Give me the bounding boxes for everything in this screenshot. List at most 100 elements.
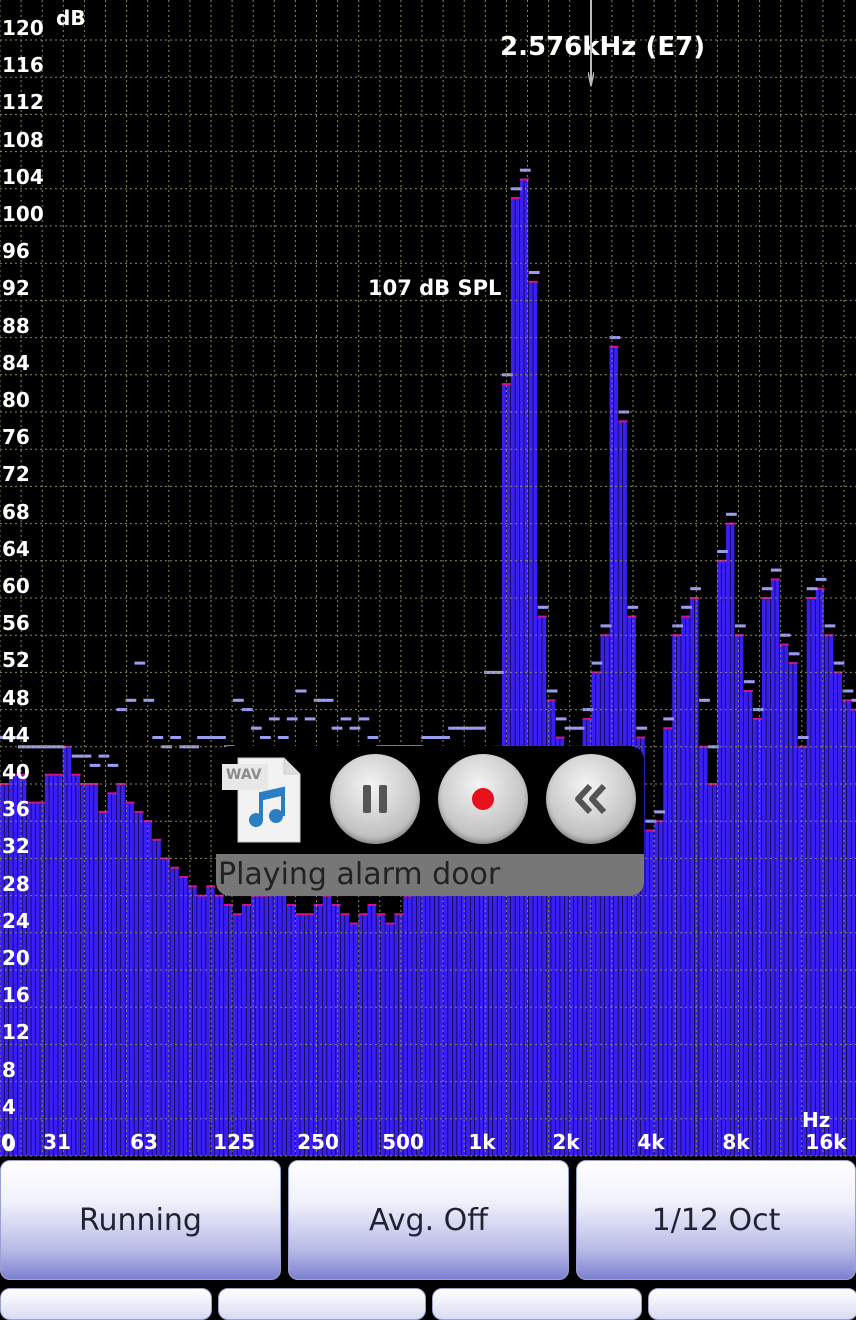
peak-hold-marker bbox=[138, 661, 146, 665]
spectrum-bar bbox=[71, 774, 76, 1156]
peak-hold-marker bbox=[739, 624, 746, 628]
bar-top-edge bbox=[76, 773, 81, 776]
peak-hold-marker bbox=[551, 689, 558, 693]
bar-top-edge bbox=[775, 578, 780, 581]
y-tick-label: 92 bbox=[2, 276, 30, 301]
bar-top-edge bbox=[376, 913, 381, 916]
bar-top-edge bbox=[533, 280, 538, 283]
spectrum-bar bbox=[649, 830, 654, 1156]
secondary-button-2[interactable] bbox=[218, 1288, 426, 1320]
bar-top-edge bbox=[98, 810, 104, 813]
spectrum-bar bbox=[380, 914, 385, 1156]
spectrum-bar bbox=[237, 914, 242, 1156]
peak-hold-marker bbox=[327, 698, 334, 702]
bar-top-edge bbox=[183, 876, 189, 878]
bar-top-edge bbox=[394, 913, 399, 916]
bar-top-edge bbox=[645, 829, 650, 832]
averaging-button[interactable]: Avg. Off bbox=[288, 1160, 569, 1280]
x-tick-label: 2k bbox=[552, 1130, 580, 1154]
spectrum-bar bbox=[690, 598, 695, 1156]
spectrum-bar bbox=[842, 700, 847, 1156]
bar-top-edge bbox=[313, 903, 319, 906]
peak-hold-marker bbox=[730, 512, 737, 516]
spectrum-bar bbox=[282, 886, 287, 1156]
spectrum-bars bbox=[0, 178, 856, 1157]
record-button[interactable] bbox=[438, 754, 528, 844]
spectrum-bar bbox=[246, 904, 251, 1156]
bar-top-edge bbox=[188, 885, 193, 888]
pause-button[interactable] bbox=[330, 754, 420, 844]
spectrum-bar bbox=[340, 914, 345, 1156]
spectrum-bar bbox=[851, 709, 856, 1156]
spectrum-bar bbox=[304, 914, 309, 1156]
spectrum-bar bbox=[129, 802, 134, 1156]
x-tick-label: 0 bbox=[1, 1130, 15, 1154]
bar-top-edge bbox=[156, 838, 162, 841]
rewind-button[interactable] bbox=[546, 754, 636, 844]
y-tick-label: 80 bbox=[2, 388, 30, 412]
spectrum-bar bbox=[681, 616, 686, 1156]
y-tick-label: 68 bbox=[2, 499, 30, 524]
octave-band-button[interactable]: 1/12 Oct bbox=[576, 1160, 856, 1280]
bar-top-edge bbox=[793, 662, 798, 665]
bar-top-edge bbox=[389, 922, 395, 925]
x-tick-label: 500 bbox=[382, 1130, 424, 1154]
spectrum-bar bbox=[192, 886, 197, 1156]
y-tick-label: 120 bbox=[2, 16, 44, 40]
peak-hold-marker bbox=[685, 605, 692, 609]
bar-top-edge bbox=[380, 913, 386, 916]
spectrum-bar bbox=[309, 914, 314, 1156]
spectrum-bar bbox=[591, 672, 596, 1156]
spectrum-bar bbox=[748, 691, 753, 1156]
y-tick-label: 4 bbox=[2, 1094, 16, 1119]
peak-hold-marker bbox=[264, 736, 271, 739]
spectrum-bar bbox=[820, 588, 825, 1156]
x-tick-label: 250 bbox=[297, 1130, 339, 1154]
spectrum-bar bbox=[645, 830, 650, 1156]
bar-top-edge bbox=[44, 773, 50, 776]
peak-hold-marker bbox=[103, 754, 110, 758]
spectrum-bar bbox=[726, 523, 730, 1156]
secondary-button-3[interactable] bbox=[432, 1288, 642, 1320]
peak-hold-marker bbox=[667, 717, 675, 721]
x-tick-label: 8k bbox=[722, 1130, 750, 1154]
y-tick-label: 36 bbox=[2, 797, 30, 822]
spectrum-bar bbox=[295, 914, 300, 1156]
bar-top-edge bbox=[555, 736, 561, 739]
peak-hold-marker bbox=[578, 726, 585, 730]
x-tick-label: 16k bbox=[805, 1130, 847, 1154]
bar-top-edge bbox=[748, 690, 753, 692]
spectrum-bar bbox=[833, 672, 838, 1156]
peak-hold-marker bbox=[94, 763, 101, 767]
spectrum-bar bbox=[784, 644, 789, 1156]
peak-hold-marker bbox=[721, 550, 728, 553]
spectrum-bar bbox=[268, 886, 273, 1156]
y-tick-label: 24 bbox=[2, 908, 30, 933]
bar-top-edge bbox=[170, 866, 175, 869]
bar-top-edge bbox=[524, 178, 529, 181]
spectrum-bar bbox=[300, 914, 305, 1156]
spectrum-bar bbox=[331, 904, 336, 1156]
bar-top-edge bbox=[770, 578, 776, 581]
spectrum-bar bbox=[277, 886, 282, 1156]
spectrum-bar bbox=[847, 700, 851, 1156]
secondary-button-4[interactable] bbox=[648, 1288, 856, 1320]
spectrum-bar bbox=[197, 895, 202, 1156]
spectrum-bar bbox=[811, 598, 816, 1156]
y-tick-label: 64 bbox=[2, 536, 30, 561]
peak-hold-marker bbox=[596, 661, 603, 665]
spectrum-bar bbox=[407, 895, 412, 1156]
bar-top-edge bbox=[174, 866, 180, 869]
spectrum-bar bbox=[125, 802, 130, 1156]
bar-top-edge bbox=[242, 903, 247, 906]
bar-top-edge bbox=[224, 903, 229, 906]
x-tick-label: 4k bbox=[637, 1130, 665, 1154]
spectrum-bar bbox=[528, 281, 533, 1156]
spectrum-bar bbox=[743, 691, 748, 1156]
spectrum-bar bbox=[515, 198, 520, 1157]
secondary-button-1[interactable] bbox=[0, 1288, 212, 1320]
peak-hold-marker bbox=[542, 605, 549, 609]
run-toggle-button[interactable]: Running bbox=[0, 1160, 281, 1280]
spectrum-bar bbox=[667, 728, 672, 1156]
wav-file-icon[interactable]: WAV bbox=[220, 754, 304, 846]
